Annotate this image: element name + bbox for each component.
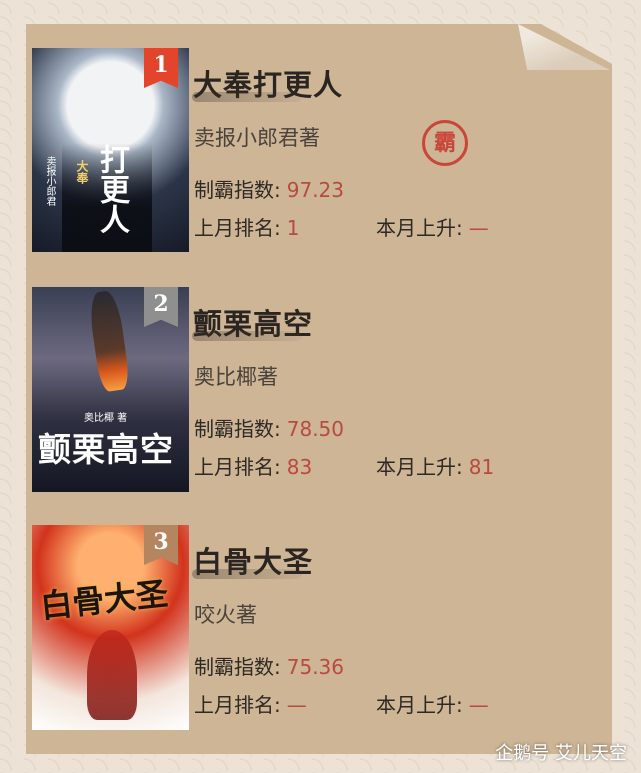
index-row: 制霸指数: 75.36 [194, 651, 344, 680]
last-rank-label: 上月排名: [194, 216, 281, 240]
cover-subtitle: 大奉 [75, 160, 89, 184]
cover-figure [87, 630, 137, 720]
rise-row: 本月上升: — [376, 689, 489, 718]
last-rank-row: 上月排名: 83 [194, 451, 312, 480]
book-author: 卖报小郎君著 [194, 126, 320, 150]
cover-title: 颤栗高空 [38, 430, 174, 469]
book-author: 奥比椰著 [194, 365, 278, 389]
index-row: 制霸指数: 97.23 [194, 174, 344, 203]
index-value: 75.36 [286, 655, 345, 679]
cover-author: 奥比椰 著 [84, 413, 128, 424]
index-value: 78.50 [286, 417, 345, 441]
index-label: 制霸指数: [194, 655, 281, 679]
rise-label: 本月上升: [376, 693, 463, 717]
cover-title: 白骨大圣 [38, 574, 170, 626]
rise-value: — [468, 693, 489, 717]
last-rank-label: 上月排名: [194, 455, 281, 479]
title-brush-stroke [192, 92, 302, 102]
index-value: 97.23 [286, 178, 345, 202]
last-rank-value: — [286, 693, 307, 717]
book-author: 咬火著 [194, 603, 257, 627]
rise-row: 本月上升: 81 [376, 451, 494, 480]
rise-row: 本月上升: — [376, 212, 489, 241]
title-brush-stroke [192, 569, 302, 579]
watermark: 企鹅号 艾儿天空 [495, 743, 627, 764]
last-rank-row: 上月排名: — [194, 689, 307, 718]
cover-title: 打更人 [94, 144, 129, 234]
rise-label: 本月上升: [376, 216, 463, 240]
last-rank-label: 上月排名: [194, 693, 281, 717]
rise-value: 81 [468, 455, 495, 479]
rise-label: 本月上升: [376, 455, 463, 479]
index-label: 制霸指数: [194, 417, 281, 441]
title-brush-stroke [192, 331, 302, 341]
last-rank-row: 上月排名: 1 [194, 212, 299, 241]
rise-value: — [468, 216, 489, 240]
index-label: 制霸指数: [194, 178, 281, 202]
cover-author: 卖报小郎君 [44, 156, 55, 206]
last-rank-value: 83 [286, 455, 313, 479]
last-rank-value: 1 [286, 216, 300, 240]
cover-rocket [87, 289, 131, 393]
seal-icon: 霸 [422, 120, 468, 166]
index-row: 制霸指数: 78.50 [194, 413, 344, 442]
